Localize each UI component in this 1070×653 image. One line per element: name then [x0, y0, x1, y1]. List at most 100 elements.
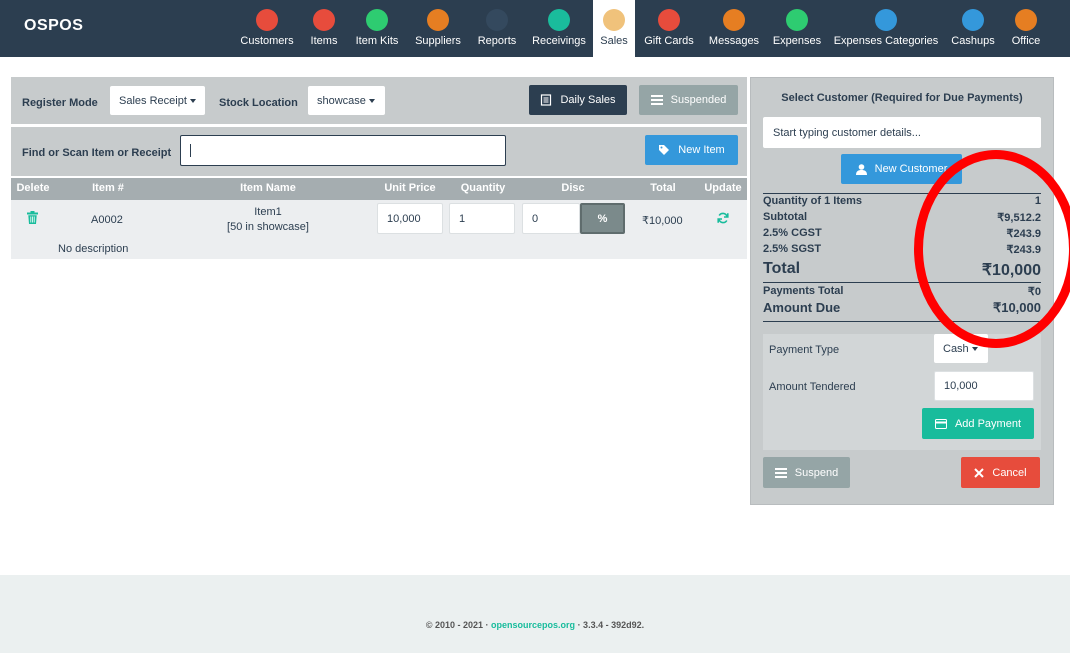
gift-cards-icon: [658, 9, 680, 31]
customer-search-input[interactable]: Start typing customer details...: [763, 117, 1041, 148]
nav-item-messages[interactable]: Messages: [708, 0, 760, 57]
nav-item-label: Sales: [600, 35, 628, 47]
receivings-icon: [548, 9, 570, 31]
nav-item-suppliers[interactable]: Suppliers: [413, 0, 463, 57]
unit-price-input[interactable]: 10,000: [377, 203, 443, 234]
stock-location-label: Stock Location: [219, 97, 298, 109]
item-name: Item1: [254, 206, 282, 218]
nav-item-label: Expenses Categories: [833, 35, 939, 47]
sales-icon: [603, 9, 625, 31]
suppliers-icon: [427, 9, 449, 31]
footer-link[interactable]: opensourcepos.org: [491, 620, 575, 630]
suspended-button[interactable]: Suspended: [639, 85, 738, 115]
nav-item-label: Reports: [477, 35, 517, 47]
column-header: Quantity: [460, 182, 506, 194]
expenses-categories-icon: [875, 9, 897, 31]
nav-item-reports[interactable]: Reports: [476, 0, 518, 57]
register-mode-label: Register Mode: [22, 97, 98, 109]
table-row: A0002 Item1 [50 in showcase] 10,000 1 0 …: [11, 200, 747, 259]
user-icon: [855, 163, 867, 175]
list-icon: [541, 94, 552, 106]
new-item-button[interactable]: New Item: [645, 135, 738, 165]
quantity-input[interactable]: 1: [449, 203, 515, 234]
add-payment-label: Add Payment: [954, 417, 1022, 430]
nav-item-expenses-categories[interactable]: Expenses Categories: [833, 0, 939, 57]
quantity-label: Quantity of 1 Items: [763, 195, 863, 207]
list-icon: [650, 95, 663, 105]
nav-item-label: Messages: [708, 35, 760, 47]
refresh-icon[interactable]: [717, 212, 729, 224]
item-description: No description: [58, 243, 129, 255]
stock-location-dropdown[interactable]: showcase: [308, 86, 385, 115]
tag-icon: [659, 145, 670, 155]
expenses-icon: [786, 9, 808, 31]
payment-form: Payment Type Cash Amount Tendered 10,000…: [763, 334, 1041, 450]
suspended-label: Suspended: [670, 94, 727, 106]
item-search-input[interactable]: [180, 135, 506, 166]
nav-item-label: Gift Cards: [644, 35, 694, 47]
register-mode-dropdown[interactable]: Sales Receipt: [110, 86, 205, 115]
cgst-label: 2.5% CGST: [763, 227, 822, 239]
nav-item-label: Customers: [240, 35, 294, 47]
total-label: Total: [763, 260, 801, 277]
stock-location-value: showcase: [317, 94, 366, 107]
nav-item-expenses[interactable]: Expenses: [772, 0, 822, 57]
payment-type-label: Payment Type: [769, 344, 840, 356]
caret-down-icon: [189, 98, 196, 103]
messages-icon: [723, 9, 745, 31]
discount-type-toggle[interactable]: %: [580, 203, 625, 234]
amount-due-label: Amount Due: [763, 300, 841, 315]
column-header: Delete: [16, 182, 50, 194]
new-customer-label: New Customer: [874, 163, 948, 175]
payments-total-label: Payments Total: [763, 285, 844, 297]
amount-tendered-input[interactable]: 10,000: [934, 371, 1034, 401]
trash-icon[interactable]: [27, 211, 38, 224]
caret-down-icon: [368, 98, 375, 103]
column-header: Item #: [92, 182, 124, 194]
items-icon: [313, 9, 335, 31]
item-number: A0002: [91, 214, 123, 226]
add-payment-button[interactable]: Add Payment: [922, 408, 1034, 439]
nav-item-sales[interactable]: Sales: [593, 0, 635, 57]
page-footer: © 2010 - 2021 · opensourcepos.org · 3.3.…: [0, 575, 1070, 653]
nav-item-customers[interactable]: Customers: [237, 0, 297, 57]
nav-item-label: Suppliers: [415, 35, 461, 47]
daily-sales-label: Daily Sales: [560, 94, 616, 106]
column-header: Total: [650, 182, 676, 194]
office-icon: [1015, 9, 1037, 31]
suspend-label: Suspend: [794, 466, 839, 479]
nav-item-items[interactable]: Items: [307, 0, 341, 57]
column-header: Item Name: [240, 182, 296, 194]
discount-input[interactable]: 0: [522, 203, 580, 234]
brand-logo[interactable]: OSPOS: [24, 17, 83, 35]
close-icon: [974, 467, 985, 478]
nav-item-label: Cashups: [951, 35, 995, 47]
column-header: Disc: [561, 182, 585, 194]
amount-tendered-label: Amount Tendered: [769, 381, 856, 393]
nav-item-item-kits[interactable]: Item Kits: [353, 0, 401, 57]
new-item-label: New Item: [678, 144, 725, 156]
nav-item-office[interactable]: Office: [1008, 0, 1044, 57]
credit-card-icon: [934, 418, 947, 429]
nav-item-label: Expenses: [772, 35, 822, 47]
daily-sales-button[interactable]: Daily Sales: [529, 85, 627, 115]
footer-text: © 2010 - 2021 · opensourcepos.org · 3.3.…: [0, 620, 1070, 630]
nav-item-label: Item Kits: [355, 35, 399, 47]
suspend-button[interactable]: Suspend: [763, 457, 850, 488]
register-mode-bar: Register Mode Sales Receipt Stock Locati…: [11, 77, 747, 124]
top-navbar: OSPOS Customers Items Item Kits Suppliers Re…: [0, 0, 1070, 57]
payment-type-value: Cash: [943, 342, 969, 355]
highlight-circle: [914, 150, 1070, 348]
nav-item-receivings[interactable]: Receivings: [531, 0, 587, 57]
cart-table-header: Delete Item # Item Name Unit Price Quant…: [11, 178, 747, 200]
nav-item-label: Receivings: [532, 35, 586, 47]
cancel-button[interactable]: Cancel: [961, 457, 1040, 488]
register-panel: Register Mode Sales Receipt Stock Locati…: [11, 77, 747, 259]
footer-copyright: © 2010 - 2021 ·: [425, 620, 492, 630]
item-stock-note: [50 in showcase]: [227, 221, 309, 233]
list-icon: [774, 467, 787, 478]
nav-item-cashups[interactable]: Cashups: [949, 0, 997, 57]
footer-version: · 3.3.4 - 392d92.: [575, 620, 645, 630]
nav-item-label: Items: [310, 35, 338, 47]
nav-item-gift-cards[interactable]: Gift Cards: [640, 0, 698, 57]
